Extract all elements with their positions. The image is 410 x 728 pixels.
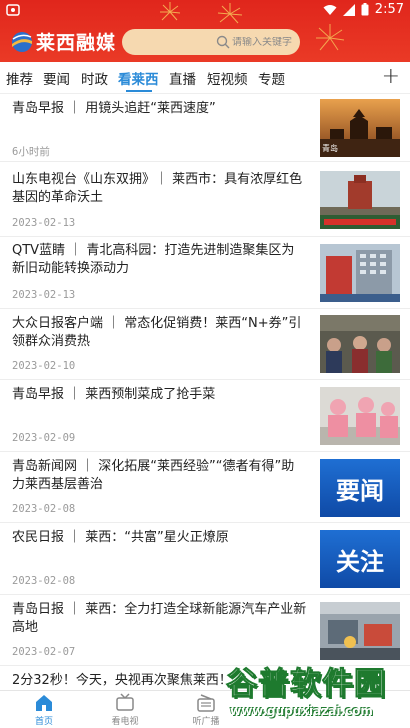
nav-label: 首页 (34, 717, 53, 727)
article-thumbnail (320, 244, 400, 302)
tab-politics[interactable]: 时政 (81, 68, 108, 88)
app-logo-icon (12, 32, 32, 52)
article-item[interactable]: 大众日报客户端 ｜ 常态化促销费！莱西“N+券”引领群众消费热 2023-02-… (0, 309, 410, 380)
article-list: 青岛早报 ｜ 用镜头追赶“莱西速度” 6小时前 青岛 山东电视台《山东双拥》｜ … (0, 94, 410, 690)
article-date: 2023-02-13 (12, 289, 76, 301)
article-thumbnail (320, 602, 400, 660)
article-item[interactable]: 农民日报 ｜ 莱西：“共富”星火正燎原 2023-02-08 关注 (0, 523, 410, 595)
article-thumbnail: 青岛 (320, 99, 400, 157)
add-tab-button[interactable]: + (382, 64, 400, 89)
article-date: 2023-02-08 (12, 503, 76, 515)
watermark-url: www.gupuxiazai.com (230, 704, 373, 718)
app-title: 莱西融媒 (36, 32, 117, 54)
article-date: 2023-02-09 (12, 432, 76, 444)
category-tabs: 推荐 要闻 时政 看莱西 直播 短视频 专题 + (0, 62, 410, 94)
active-tab-indicator (126, 90, 152, 92)
thumbnail-caption: 青岛 (322, 144, 338, 153)
article-thumbnail: 关注 (320, 530, 400, 588)
tab-recommend[interactable]: 推荐 (6, 68, 33, 88)
thumbnail-caption: 要闻 (336, 477, 384, 505)
article-thumbnail (320, 315, 400, 373)
article-thumbnail (320, 387, 400, 445)
tv-icon (116, 693, 134, 711)
article-title: 农民日报 ｜ 莱西：“共富”星火正燎原 (12, 530, 229, 545)
thumbnail-caption: 关注 (336, 548, 384, 576)
tab-laixi[interactable]: 看莱西 (118, 68, 159, 88)
article-date: 2023-02-08 (12, 575, 76, 587)
site-watermark: 谷普软件园 www.gupuxiazai.com (226, 658, 410, 728)
article-date: 2023-02-13 (12, 217, 76, 229)
search-input[interactable] (232, 36, 312, 48)
article-title: 青岛新闻网 ｜ 深化拓展“莱西经验”“德者有得”助力莱西基层善治 (12, 459, 295, 492)
notification-icon (6, 4, 20, 16)
article-date: 2023-02-07 (12, 646, 76, 658)
battery-icon (361, 3, 369, 16)
article-title: 青岛早报 ｜ 莱西预制菜成了抢手菜 (12, 387, 216, 402)
article-thumbnail: 要闻 (320, 459, 400, 517)
tab-special[interactable]: 专题 (258, 68, 285, 88)
nav-home[interactable]: 首页 (14, 693, 74, 727)
article-item[interactable]: QTV蓝睛 ｜ 青北高科园：打造先进制造聚集区为新旧动能转换添动力 2023-0… (0, 237, 410, 309)
wifi-icon (323, 4, 337, 15)
clock-time: 2:57 (374, 2, 404, 17)
search-bar[interactable] (122, 29, 312, 55)
article-date: 2023-02-10 (12, 360, 76, 372)
watermark-title: 谷普软件园 (226, 666, 386, 703)
article-item[interactable]: 青岛早报 ｜ 莱西预制菜成了抢手菜 2023-02-09 (0, 380, 410, 452)
article-item[interactable]: 青岛早报 ｜ 用镜头追赶“莱西速度” 6小时前 青岛 (0, 94, 410, 162)
tab-short-video[interactable]: 短视频 (207, 68, 248, 88)
article-title: 山东电视台《山东双拥》｜ 莱西市：具有浓厚红色基因的革命沃土 (12, 172, 303, 205)
nav-label: 看电视 (111, 717, 139, 727)
logo-row: 莱西融媒 (0, 26, 410, 58)
article-item[interactable]: 青岛日报 ｜ 莱西：全力打造全球新能源汽车产业新高地 2023-02-07 (0, 595, 410, 666)
article-item[interactable]: 青岛新闻网 ｜ 深化拓展“莱西经验”“德者有得”助力莱西基层善治 2023-02… (0, 452, 410, 523)
article-item[interactable]: 山东电视台《山东双拥》｜ 莱西市：具有浓厚红色基因的革命沃土 2023-02-1… (0, 162, 410, 237)
search-icon (216, 35, 230, 49)
article-title: QTV蓝睛 ｜ 青北高科园：打造先进制造聚集区为新旧动能转换添动力 (12, 243, 295, 276)
home-icon (36, 695, 52, 711)
signal-icon (342, 3, 355, 16)
article-title: 青岛日报 ｜ 莱西：全力打造全球新能源汽车产业新高地 (12, 602, 307, 635)
app-header: 2:57 莱西融媒 (0, 0, 410, 62)
nav-tv[interactable]: 看电视 (95, 693, 155, 727)
tab-headlines[interactable]: 要闻 (43, 68, 70, 88)
radio-icon (197, 694, 215, 712)
article-title: 大众日报客户端 ｜ 常态化促销费！莱西“N+券”引领群众消费热 (12, 316, 302, 349)
tab-live[interactable]: 直播 (169, 68, 196, 88)
article-date: 6小时前 (12, 146, 50, 158)
article-title: 青岛早报 ｜ 用镜头追赶“莱西速度” (12, 101, 216, 116)
article-thumbnail (320, 171, 400, 229)
